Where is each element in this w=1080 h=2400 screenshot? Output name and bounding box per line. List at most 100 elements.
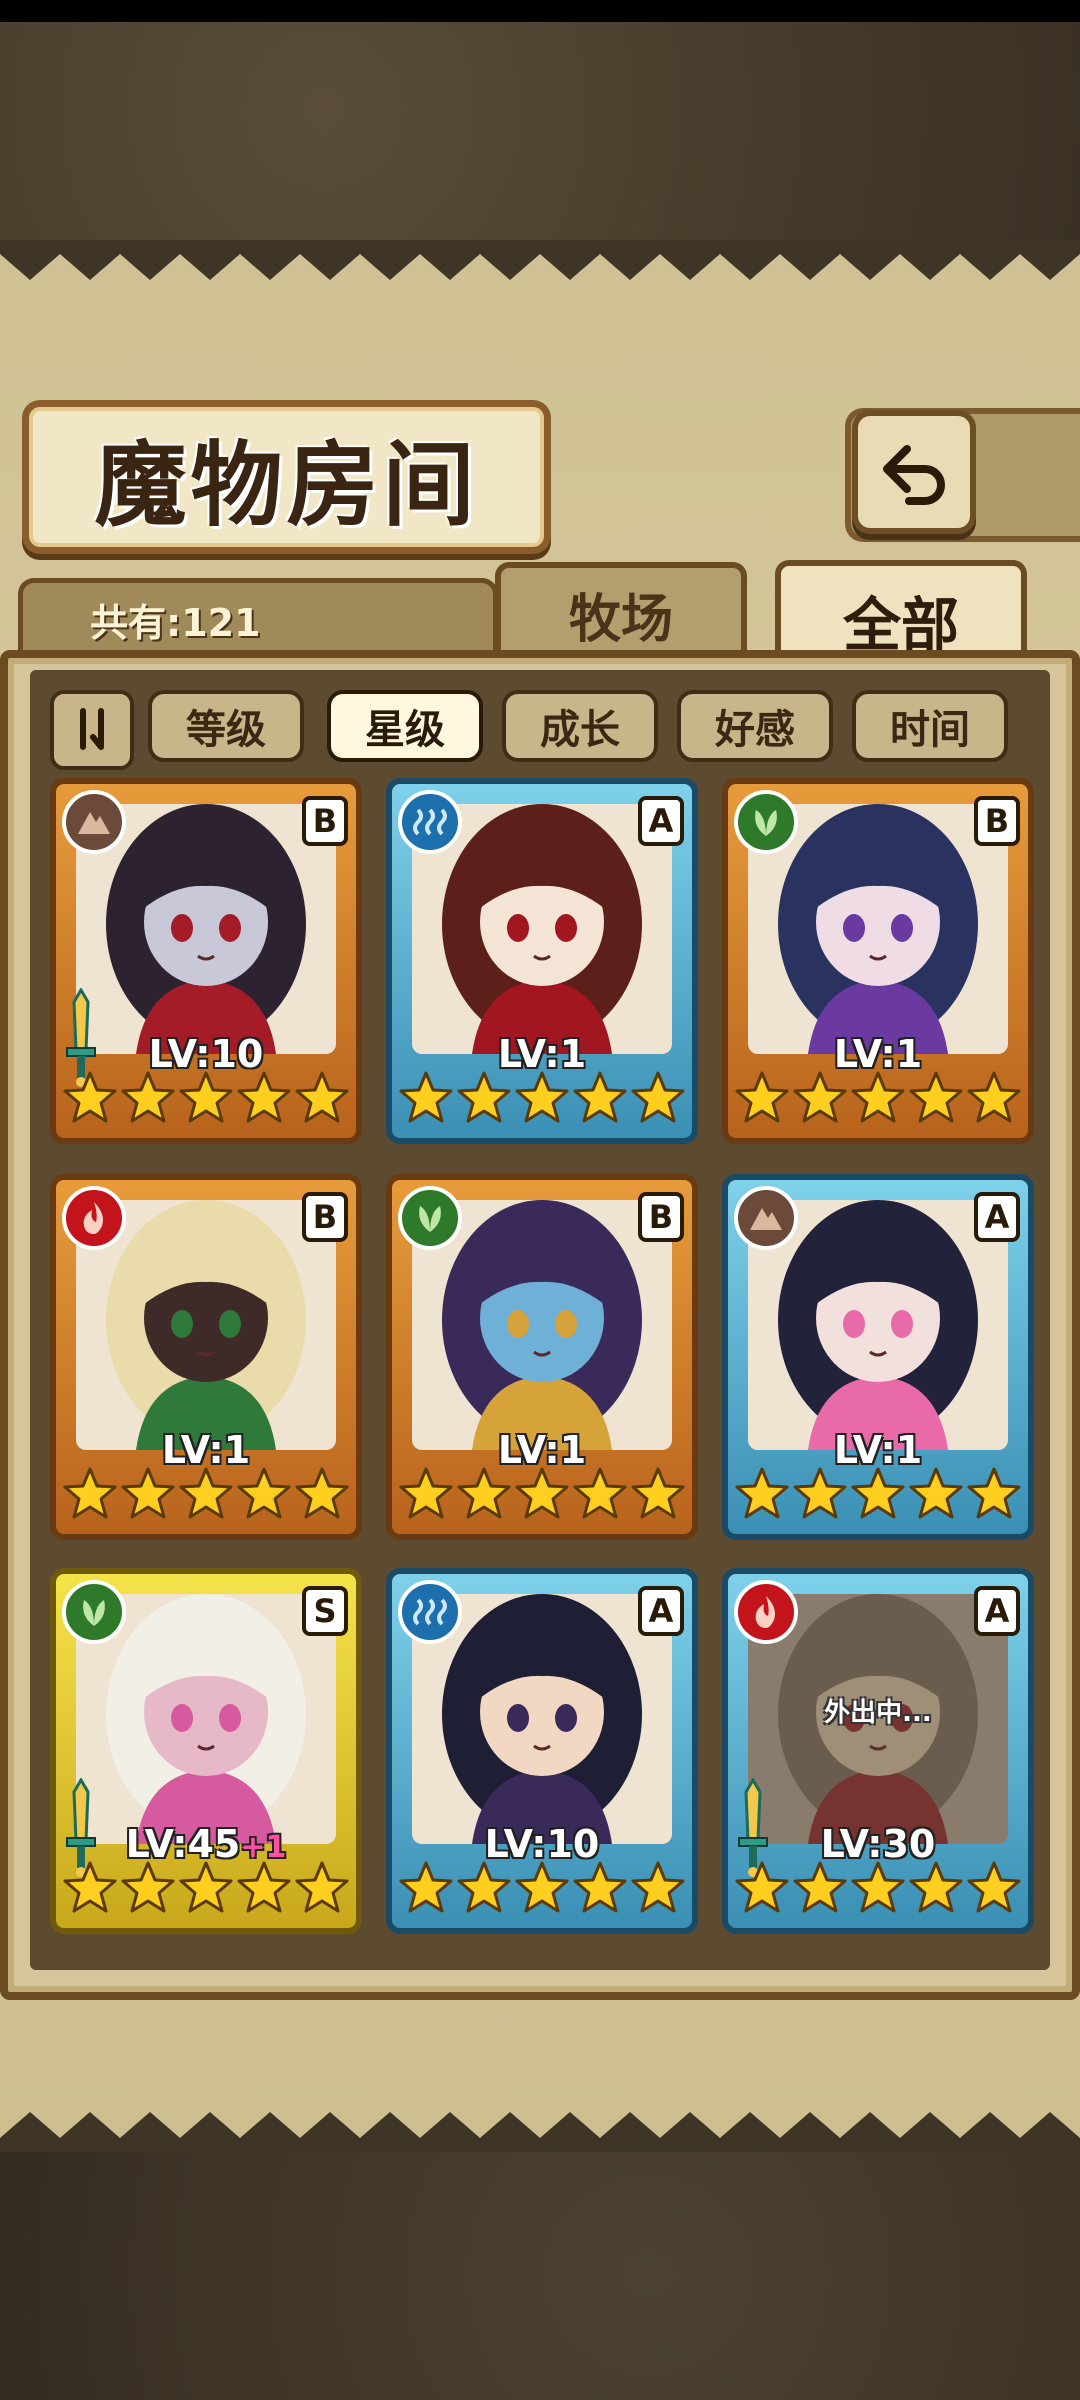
star-icon [121, 1071, 175, 1123]
star-icon [793, 1861, 847, 1913]
fire-element-icon [734, 1580, 798, 1644]
sort-order-toggle[interactable] [50, 690, 134, 770]
star-icon [851, 1467, 905, 1519]
star-icon [515, 1071, 569, 1123]
star-icon [573, 1467, 627, 1519]
star-icon [631, 1861, 685, 1913]
tab-farm[interactable]: 牧场 [495, 562, 747, 660]
sort-label: 星级 [365, 707, 445, 753]
star-rating [56, 1070, 356, 1132]
star-icon [515, 1467, 569, 1519]
rank-badge: B [302, 1192, 348, 1242]
parchment-bottom-edge [0, 2112, 1080, 2152]
star-rating [56, 1466, 356, 1528]
star-rating [728, 1860, 1028, 1922]
star-icon [735, 1467, 789, 1519]
star-icon [295, 1861, 349, 1913]
sort-label: 等级 [186, 707, 266, 753]
map-background-bottom [0, 2150, 1080, 2400]
monster-card[interactable]: S LV:45+1 [50, 1568, 362, 1934]
star-icon [573, 1071, 627, 1123]
page-title: 魔物房间 [94, 430, 479, 539]
rank-badge: B [974, 796, 1020, 846]
star-rating [728, 1070, 1028, 1132]
star-icon [179, 1071, 233, 1123]
monster-card[interactable]: A LV:1 [386, 778, 698, 1144]
star-icon [295, 1071, 349, 1123]
wood-element-icon [398, 1186, 462, 1250]
water-element-icon [398, 1580, 462, 1644]
wood-element-icon [734, 790, 798, 854]
star-icon [631, 1467, 685, 1519]
star-icon [63, 1467, 117, 1519]
monster-card[interactable]: A LV:10 [386, 1568, 698, 1934]
star-rating [392, 1070, 692, 1132]
monster-count: 共有:121 [90, 601, 261, 645]
sort-by-time-button[interactable]: 时间 [852, 690, 1008, 762]
monster-card[interactable]: B LV:1 [386, 1174, 698, 1540]
earth-element-icon [734, 1186, 798, 1250]
back-arrow-icon [883, 445, 945, 505]
star-icon [121, 1861, 175, 1913]
star-icon [909, 1467, 963, 1519]
star-icon [237, 1467, 291, 1519]
rank-badge: A [974, 1192, 1020, 1242]
star-icon [237, 1861, 291, 1913]
wood-element-icon [62, 1580, 126, 1644]
monster-card[interactable]: A LV:1 [722, 1174, 1034, 1540]
star-icon [735, 1071, 789, 1123]
monster-card[interactable]: B LV:1 [50, 1174, 362, 1540]
star-icon [63, 1071, 117, 1123]
star-rating [392, 1466, 692, 1528]
rank-badge: A [638, 1586, 684, 1636]
title-plate: 魔物房间 [22, 400, 551, 554]
map-background-top [0, 22, 1080, 240]
star-icon [909, 1071, 963, 1123]
star-icon [967, 1467, 1021, 1519]
sort-by-level-button[interactable]: 等级 [148, 690, 304, 762]
star-icon [967, 1861, 1021, 1913]
sort-by-growth-button[interactable]: 成长 [502, 690, 658, 762]
star-rating [392, 1860, 692, 1922]
star-icon [573, 1861, 627, 1913]
star-icon [179, 1467, 233, 1519]
fire-element-icon [62, 1186, 126, 1250]
star-icon [909, 1861, 963, 1913]
earth-element-icon [62, 790, 126, 854]
star-icon [237, 1071, 291, 1123]
star-icon [793, 1071, 847, 1123]
sort-label: 时间 [890, 707, 970, 753]
sort-label: 成长 [540, 707, 620, 753]
star-icon [515, 1861, 569, 1913]
star-icon [457, 1071, 511, 1123]
star-icon [295, 1467, 349, 1519]
star-icon [793, 1467, 847, 1519]
back-button[interactable] [852, 410, 976, 534]
star-icon [967, 1071, 1021, 1123]
monster-card[interactable]: A 外出中... LV:30 [722, 1568, 1034, 1934]
star-icon [399, 1861, 453, 1913]
star-icon [735, 1861, 789, 1913]
sort-by-star-button[interactable]: 星级 [327, 690, 483, 762]
star-rating [728, 1466, 1028, 1528]
rank-badge: A [974, 1586, 1020, 1636]
star-icon [63, 1861, 117, 1913]
star-icon [399, 1071, 453, 1123]
star-icon [457, 1861, 511, 1913]
monster-card[interactable]: B LV:10 [50, 778, 362, 1144]
star-icon [121, 1467, 175, 1519]
rank-badge: S [302, 1586, 348, 1636]
parchment-top-edge [0, 240, 1080, 280]
sort-label: 好感 [715, 707, 795, 753]
monster-card[interactable]: B LV:1 [722, 778, 1034, 1144]
star-rating [56, 1860, 356, 1922]
rank-badge: B [638, 1192, 684, 1242]
star-icon [179, 1861, 233, 1913]
sort-by-affection-button[interactable]: 好感 [677, 690, 833, 762]
star-icon [631, 1071, 685, 1123]
rank-badge: A [638, 796, 684, 846]
rank-badge: B [302, 796, 348, 846]
water-element-icon [398, 790, 462, 854]
away-status: 外出中... [824, 1698, 932, 1728]
star-icon [399, 1467, 453, 1519]
